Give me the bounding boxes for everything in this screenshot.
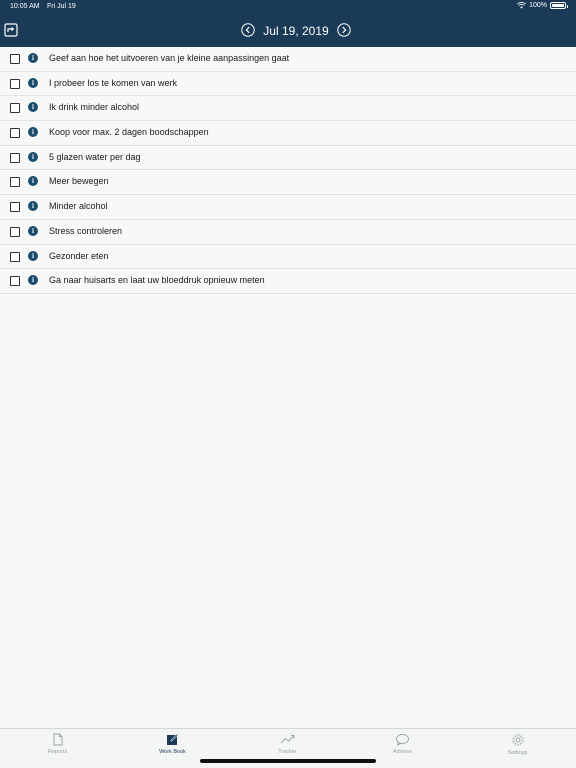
battery-percentage: 100% xyxy=(529,2,547,9)
status-date: Fri Jul 19 xyxy=(47,3,76,10)
checkbox[interactable] xyxy=(10,177,20,188)
document-icon xyxy=(53,733,62,746)
list-item[interactable]: i Koop voor max. 2 dagen boodschappen xyxy=(0,121,576,146)
list-item[interactable]: i Minder alcohol xyxy=(0,195,576,220)
item-label: Geef aan hoe het uitvoeren van je kleine… xyxy=(49,53,290,63)
info-icon[interactable]: i xyxy=(28,201,38,212)
checkbox[interactable] xyxy=(10,78,20,89)
previous-day-button[interactable] xyxy=(241,23,255,37)
item-label: 5 glazen water per dag xyxy=(49,151,141,162)
checkbox[interactable] xyxy=(10,54,20,64)
status-indicators: 100% xyxy=(517,2,568,9)
checkbox[interactable] xyxy=(10,152,20,163)
info-icon[interactable]: i xyxy=(28,225,38,236)
info-icon[interactable]: i xyxy=(28,77,38,88)
checkbox[interactable] xyxy=(10,202,20,213)
info-icon[interactable]: i xyxy=(28,102,38,113)
checkbox[interactable] xyxy=(10,226,20,237)
item-label: Ik drink minder alcohol xyxy=(49,102,140,113)
checkbox[interactable] xyxy=(10,251,20,262)
info-icon[interactable]: i xyxy=(28,53,38,63)
tab-reports[interactable]: Reports xyxy=(0,732,115,762)
battery-icon xyxy=(550,2,568,9)
tab-label: Settings xyxy=(507,750,528,756)
status-time: 10:05 AM xyxy=(10,3,40,10)
tab-label: Reports xyxy=(47,749,68,755)
item-label: I probeer los te komen van werk xyxy=(49,77,178,88)
checkbox[interactable] xyxy=(10,103,20,114)
trend-line-icon xyxy=(280,735,294,744)
list-item[interactable]: i Stress controleren xyxy=(0,219,576,245)
app-header: 10:05 AM Fri Jul 19 100% Jul 19, 2019 xyxy=(0,0,576,47)
item-label: Minder alcohol xyxy=(49,201,108,212)
tab-label: Tracker xyxy=(278,749,297,755)
pencil-note-icon xyxy=(167,733,179,745)
tab-label: Advices xyxy=(392,749,413,755)
list-item[interactable]: i Ik drink minder alcohol xyxy=(0,96,576,122)
current-date-title: Jul 19, 2019 xyxy=(263,24,329,38)
list-item[interactable]: i 5 glazen water per dag xyxy=(0,145,576,171)
item-label: Ga naar huisarts en laat uw bloeddruk op… xyxy=(49,275,265,286)
status-bar: 10:05 AM Fri Jul 19 100% xyxy=(0,0,576,14)
home-indicator xyxy=(200,759,376,763)
gear-icon xyxy=(511,734,524,746)
item-label: Gezonder eten xyxy=(49,250,109,261)
info-icon[interactable]: i xyxy=(28,250,38,261)
list-item[interactable]: i I probeer los te komen van werk xyxy=(0,71,576,97)
tab-settings[interactable]: Settings xyxy=(460,732,575,762)
list-item[interactable]: i Ga naar huisarts en laat uw bloeddruk … xyxy=(0,269,576,294)
tab-work-book[interactable]: Work Book xyxy=(115,732,230,762)
item-label: Stress controleren xyxy=(49,225,123,236)
workbook-list: i Geef aan hoe het uitvoeren van je klei… xyxy=(0,47,576,294)
list-item[interactable]: i Meer bewegen xyxy=(0,170,576,196)
item-label: Koop voor max. 2 dagen boodschappen xyxy=(49,127,209,138)
tab-tracker[interactable]: Tracker xyxy=(230,732,345,762)
list-item[interactable]: i Gezonder eten xyxy=(0,244,576,270)
item-label: Meer bewegen xyxy=(49,176,109,187)
tab-advices[interactable]: Advices xyxy=(345,732,460,762)
checkbox[interactable] xyxy=(10,128,20,139)
speech-bubble-icon xyxy=(396,734,409,746)
export-button[interactable] xyxy=(4,23,18,37)
checkbox[interactable] xyxy=(10,276,20,287)
wifi-icon xyxy=(517,2,527,9)
info-icon[interactable]: i xyxy=(28,151,38,162)
next-day-button[interactable] xyxy=(337,23,351,37)
tab-label: Work Book xyxy=(159,749,186,755)
info-icon[interactable]: i xyxy=(28,176,38,187)
info-icon[interactable]: i xyxy=(28,127,38,138)
info-icon[interactable]: i xyxy=(28,275,38,286)
list-item[interactable]: i Geef aan hoe het uitvoeren van je klei… xyxy=(0,47,576,72)
